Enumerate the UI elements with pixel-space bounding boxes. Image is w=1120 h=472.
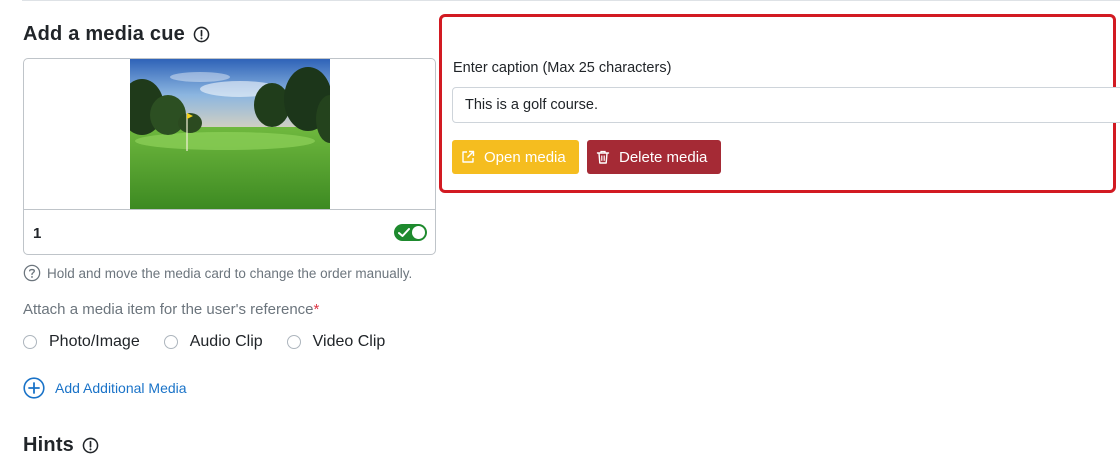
caption-label: Enter caption (Max 25 characters)	[453, 60, 672, 76]
radio-circle[interactable]	[23, 335, 37, 349]
required-marker: *	[313, 301, 320, 318]
media-card[interactable]: 1	[23, 58, 436, 255]
open-media-label: Open media	[484, 148, 566, 166]
top-divider	[22, 0, 1120, 1]
media-card-footer: 1	[24, 209, 435, 254]
radio-video-clip-label: Video Clip	[312, 333, 386, 350]
media-card-number: 1	[33, 225, 42, 242]
radio-circle[interactable]	[163, 335, 178, 349]
radio-video-clip[interactable]: Video Clip	[286, 333, 386, 351]
media-cue-heading: Add a media cue	[23, 23, 210, 46]
external-link-icon	[462, 150, 475, 163]
radio-audio-clip-label: Audio Clip	[189, 333, 263, 350]
toggle-knob	[412, 226, 425, 239]
question-circle-icon	[23, 264, 41, 282]
media-type-radio-group: Photo/Image Audio Clip Video Clip	[23, 333, 409, 351]
add-additional-media-link[interactable]: Add Additional Media	[23, 377, 187, 399]
hints-title: Hints	[23, 434, 74, 456]
radio-photo-image[interactable]: Photo/Image	[23, 333, 140, 351]
attach-media-label-text: Attach a media item for the user's refer…	[23, 301, 314, 318]
attach-media-label: Attach a media item for the user's refer…	[23, 301, 319, 318]
open-media-button[interactable]: Open media	[452, 140, 579, 174]
delete-media-button[interactable]: Delete media	[587, 140, 721, 174]
radio-audio-clip[interactable]: Audio Clip	[163, 333, 263, 351]
trash-icon	[596, 150, 610, 164]
visibility-toggle[interactable]	[394, 224, 427, 241]
plus-circle-icon[interactable]	[23, 377, 45, 399]
radio-circle[interactable]	[286, 335, 301, 349]
info-circle-icon[interactable]	[193, 26, 210, 43]
golf-course-photo[interactable]	[130, 59, 330, 209]
hints-heading: Hints	[23, 434, 99, 457]
info-circle-icon[interactable]	[82, 437, 99, 454]
reorder-help-text: Hold and move the media card to change t…	[47, 265, 413, 281]
delete-media-label: Delete media	[619, 148, 708, 166]
reorder-help: Hold and move the media card to change t…	[23, 264, 412, 282]
radio-photo-image-label: Photo/Image	[49, 333, 140, 350]
check-icon	[398, 228, 410, 237]
caption-input[interactable]	[452, 87, 1120, 123]
media-cue-title: Add a media cue	[23, 23, 185, 45]
add-additional-media-label[interactable]: Add Additional Media	[55, 380, 187, 396]
